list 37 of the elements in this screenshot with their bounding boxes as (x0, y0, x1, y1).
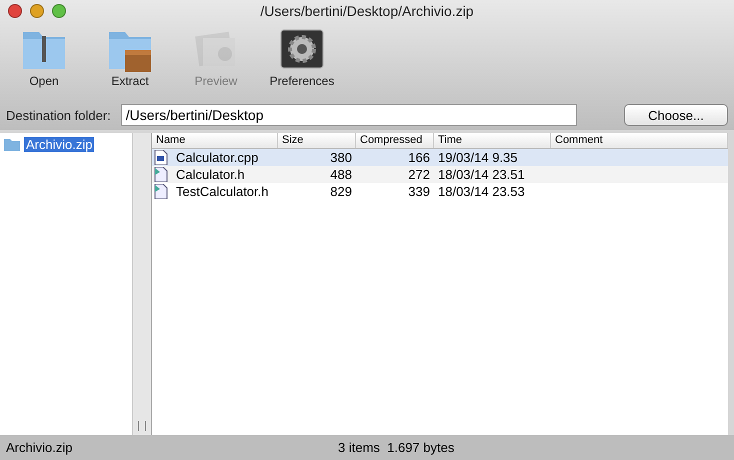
file-row[interactable]: Calculator.cpp 380 166 19/03/14 9.35 (152, 149, 728, 166)
table-cell-text: TestCalculator.h (175, 184, 270, 199)
table-cell-text: 380 (329, 150, 353, 165)
cpp-file-icon (154, 150, 168, 165)
splitter-handle[interactable] (138, 421, 146, 431)
column-header[interactable]: Compressed (356, 133, 434, 148)
table-cell-text: 829 (329, 184, 353, 199)
close-button[interactable] (8, 4, 22, 18)
destination-field[interactable]: /Users/bertini/Desktop (120, 104, 577, 126)
table-cell-text: 18/03/14 23.51 (437, 167, 526, 182)
column-header[interactable]: Name (152, 133, 278, 148)
zoom-button[interactable] (52, 4, 66, 18)
table-cell-text: 488 (329, 167, 353, 182)
file-row[interactable]: Calculator.h 488 272 18/03/14 23.51 (152, 166, 728, 183)
column-header[interactable]: Size (278, 133, 356, 148)
toolbar-button[interactable]: Open (10, 24, 78, 100)
table-cell-text: 19/03/14 9.35 (437, 150, 519, 165)
folder-icon (4, 138, 20, 151)
header-file-icon (154, 184, 168, 199)
toolbar-button[interactable]: Extract (96, 24, 164, 100)
status-text: Archivio.zip (6, 440, 72, 455)
column-header[interactable]: Time (434, 133, 551, 148)
column-header[interactable]: Comment (551, 133, 728, 148)
table-cell-text: 272 (407, 167, 431, 182)
sidebar-item[interactable]: Archivio.zip (24, 137, 94, 152)
table-cell-text: Calculator.h (175, 167, 246, 182)
status-summary: 3 items 1.697 bytes (338, 440, 454, 455)
choose-button[interactable]: Choose... (624, 104, 728, 126)
window-title: /Users/bertini/Desktop/Archivio.zip (260, 3, 474, 19)
table-cell-text: Calculator.cpp (175, 150, 260, 165)
table-cell-text: 166 (407, 150, 431, 165)
toolbar-button[interactable]: Preferences (268, 24, 336, 100)
table-cell-text: 339 (407, 184, 431, 199)
table-cell-text: 18/03/14 23.53 (437, 184, 526, 199)
header-file-icon (154, 167, 168, 182)
minimize-button[interactable] (30, 4, 44, 18)
destination-label: Destination folder: (6, 108, 111, 122)
